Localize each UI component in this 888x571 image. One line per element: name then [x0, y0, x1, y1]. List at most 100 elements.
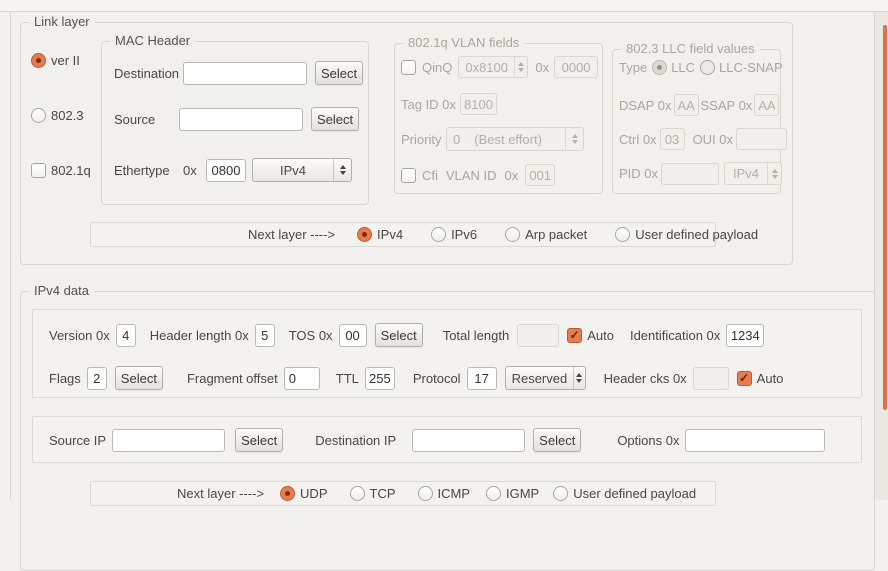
- dsap-ssap-row: DSAP 0x SSAP 0x: [619, 94, 780, 116]
- header-cks-input: [692, 366, 729, 390]
- ttl-input[interactable]: [364, 366, 395, 390]
- user-payload2-label: User defined payload: [573, 486, 697, 501]
- tcp-label: TCP: [369, 486, 396, 501]
- next-layer-igmp-option: IGMP: [486, 486, 539, 501]
- source-select-button[interactable]: Select: [311, 107, 360, 131]
- next-layer-arp-option: Arp packet: [505, 227, 587, 242]
- ipv4-radio[interactable]: [357, 227, 373, 242]
- pid-protocol-value: IPv4: [733, 166, 760, 181]
- spinner-arrows[interactable]: [574, 367, 585, 389]
- 8021q-checkbox[interactable]: ✓: [31, 163, 46, 178]
- identification-input[interactable]: [726, 323, 765, 347]
- ethertype-protocol-spinner[interactable]: IPv4: [252, 158, 352, 182]
- link-next-layer-label: Next layer ---->: [248, 227, 336, 242]
- tag-id-input: [460, 93, 497, 115]
- priority-hint: (Best effort): [474, 131, 542, 147]
- header-length-input[interactable]: [254, 323, 275, 347]
- arrow-down-icon: [571, 140, 578, 144]
- udp-radio[interactable]: [280, 486, 296, 501]
- source-ip-select-button[interactable]: Select: [235, 428, 284, 452]
- oui-label: OUI 0x: [692, 131, 734, 147]
- ipv4-address-box: Source IP Select Destination IP Select O…: [32, 416, 862, 463]
- next-layer-icmp-option: ICMP: [417, 486, 470, 501]
- protocol-name-value: Reserved: [511, 370, 568, 386]
- 8023-label: 802.3: [51, 108, 84, 123]
- ver2-radio[interactable]: [31, 53, 46, 68]
- 8023-radio[interactable]: [31, 108, 46, 123]
- arrow-up-icon: [571, 134, 578, 138]
- source-ip-input[interactable]: [112, 428, 226, 452]
- destination-input[interactable]: [183, 61, 307, 85]
- ipv4-next-layer-label: Next layer ---->: [177, 486, 265, 501]
- destination-select-button[interactable]: Select: [315, 61, 364, 85]
- tos-input[interactable]: [338, 323, 367, 347]
- next-layer-ipv4-option: IPv4: [357, 227, 403, 242]
- udp-label: UDP: [300, 486, 328, 501]
- total-length-auto-label: Auto: [587, 327, 614, 343]
- ctrl-oui-row: Ctrl 0x OUI 0x: [619, 128, 788, 150]
- dsap-input: [673, 94, 699, 116]
- arrow-down-icon: [518, 68, 525, 72]
- link-next-layer-bar: Next layer ----> IPv4 IPv6 Arp packet Us…: [90, 222, 758, 247]
- flags-select-button[interactable]: Select: [114, 366, 163, 390]
- priority-value-wrap: 0 (Best effort): [447, 128, 565, 150]
- qinq-row: ✓ QinQ 0x8100 0x: [401, 56, 599, 78]
- 8021q-label: 802.1q: [51, 163, 91, 178]
- frame-type-ver2-option: ver II: [31, 53, 80, 68]
- arrow-up-icon: [771, 168, 778, 173]
- destination-ip-select-button[interactable]: Select: [533, 428, 582, 452]
- next-layer-user-payload-option: User defined payload: [615, 227, 758, 242]
- total-length-auto-checkbox[interactable]: ✓: [567, 327, 583, 343]
- cfi-checkbox: ✓: [401, 167, 416, 183]
- tcp-radio[interactable]: [349, 486, 365, 501]
- destination-ip-input[interactable]: [412, 428, 526, 452]
- total-length-label: Total length: [442, 327, 510, 343]
- ipv4-data-title: IPv4 data: [29, 283, 94, 298]
- version-input[interactable]: [115, 323, 136, 347]
- total-length-input: [517, 323, 560, 347]
- next-layer-user-payload2-option: User defined payload: [553, 486, 696, 501]
- header-cks-auto-label: Auto: [756, 370, 784, 386]
- version-label: Version 0x: [49, 327, 110, 343]
- arrow-up-icon: [518, 62, 525, 66]
- arp-radio[interactable]: [505, 227, 521, 242]
- ip-options-input[interactable]: [685, 428, 826, 452]
- protocol-input[interactable]: [466, 366, 497, 390]
- arrow-up-icon: [339, 165, 346, 169]
- scrollbar-thumb[interactable]: [883, 25, 887, 410]
- llc-fields-group: 802.3 LLC field values Type LLC LLC-SNAP…: [612, 41, 788, 194]
- tos-select-button[interactable]: Select: [374, 323, 423, 347]
- tag-id-label: Tag ID 0x: [401, 96, 456, 112]
- content-left-border: [10, 12, 11, 500]
- vlan-id-hex-prefix: 0x: [504, 167, 519, 183]
- user-payload2-radio[interactable]: [553, 486, 569, 501]
- ethertype-input[interactable]: [206, 158, 246, 182]
- ipv4-row-1: Version 0x Header length 0x TOS 0x Selec…: [49, 323, 765, 347]
- protocol-name-spinner[interactable]: Reserved: [504, 366, 586, 390]
- spinner-arrows[interactable]: [334, 159, 351, 181]
- qinq-hex-prefix: 0x: [535, 59, 550, 75]
- ctrl-input: [659, 128, 685, 150]
- llc-snap-label: LLC-SNAP: [719, 60, 783, 75]
- priority-spinner: 0 (Best effort): [446, 127, 584, 151]
- ethertype-protocol-value: IPv4: [279, 162, 306, 178]
- next-layer-ipv6-option: IPv6: [431, 227, 477, 242]
- user-payload-radio[interactable]: [615, 227, 631, 242]
- source-input[interactable]: [179, 107, 303, 131]
- vlan-fields-title: 802.1q VLAN fields: [403, 35, 525, 50]
- ipv6-radio[interactable]: [431, 227, 447, 242]
- flags-input[interactable]: [86, 366, 107, 390]
- ssap-input: [754, 94, 780, 116]
- llc-type-label: Type: [619, 60, 648, 75]
- fragment-offset-input[interactable]: [283, 366, 320, 390]
- igmp-radio[interactable]: [486, 486, 501, 501]
- vlan-fields-group: 802.1q VLAN fields ✓ QinQ 0x8100 0x Tag …: [394, 35, 603, 194]
- qinq-tpid-value: 0x8100: [465, 59, 508, 75]
- ipv4-row-3: Source IP Select Destination IP Select O…: [49, 428, 826, 452]
- header-cks-auto-checkbox[interactable]: ✓: [736, 370, 752, 386]
- icmp-radio[interactable]: [417, 486, 433, 501]
- cfi-vlan-id-row: ✓ Cfi VLAN ID 0x: [401, 164, 556, 186]
- ipv4-header-box: Version 0x Header length 0x TOS 0x Selec…: [32, 309, 862, 398]
- mac-header-title: MAC Header: [110, 33, 196, 48]
- dsap-label: DSAP 0x: [619, 97, 672, 113]
